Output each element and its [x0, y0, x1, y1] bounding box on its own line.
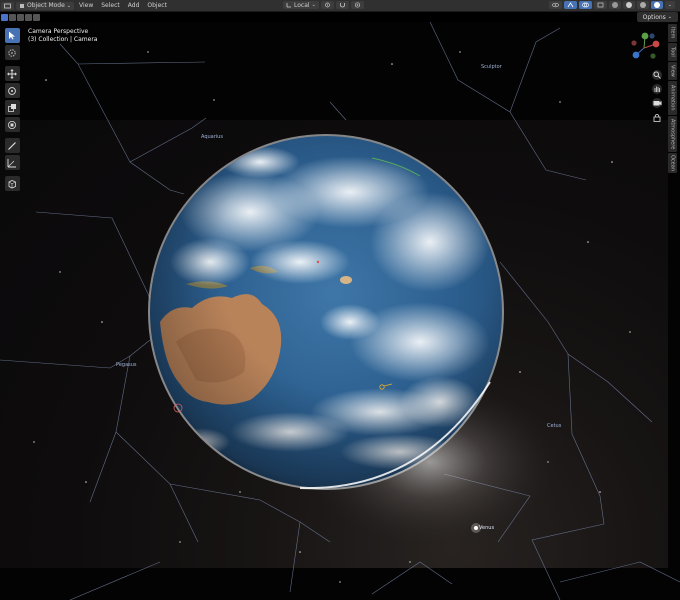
camera-icon	[653, 101, 661, 106]
planet-label-venus: Venus	[479, 525, 494, 531]
transform-orientation-dropdown[interactable]: Local ⌄	[283, 1, 319, 9]
view-name-label: Camera Perspective	[28, 28, 89, 35]
gizmo-toggle-button[interactable]	[563, 1, 577, 9]
proportional-edit-button[interactable]	[350, 1, 364, 9]
solid-sphere-icon	[625, 2, 632, 8]
move-icon	[7, 68, 17, 79]
select-intersect-button[interactable]	[33, 13, 40, 21]
selection-mode-row	[0, 12, 680, 22]
material-sphere-icon	[639, 2, 646, 8]
editor-type-button[interactable]	[1, 1, 14, 10]
cursor-tool[interactable]	[4, 45, 20, 60]
measure-icon	[7, 158, 16, 167]
measure-tool[interactable]	[4, 155, 20, 170]
chevron-down-icon: ⌄	[667, 2, 672, 8]
constellation-label-sculptor: Sculptor	[481, 64, 503, 70]
shading-options-dropdown[interactable]: ⌄	[664, 1, 675, 9]
viewport-editor-icon	[4, 3, 11, 8]
rendered-sphere-icon	[653, 2, 660, 8]
menu-select[interactable]: Select	[97, 2, 124, 9]
snap-button[interactable]	[335, 1, 349, 9]
visibility-button[interactable]	[548, 1, 562, 9]
chevron-down-icon: ⌄	[667, 14, 672, 20]
local-axis-icon	[286, 3, 291, 8]
options-dropdown[interactable]: Options ⌄	[636, 12, 678, 22]
mode-label: Object Mode	[27, 2, 65, 9]
tab-tool[interactable]: Tool	[668, 43, 677, 61]
overlays-button[interactable]	[578, 1, 592, 9]
pivot-point-button[interactable]	[320, 1, 334, 9]
camera-view-button[interactable]	[652, 98, 662, 108]
rotate-icon	[8, 86, 16, 95]
select-extend-button[interactable]	[9, 13, 16, 21]
select-new-button[interactable]	[1, 13, 8, 21]
crosshair-icon	[8, 48, 16, 57]
select-tool[interactable]	[4, 28, 20, 43]
magnet-icon	[339, 3, 345, 8]
scale-icon	[8, 103, 16, 112]
zoom-icon	[653, 71, 661, 79]
annotate-icon	[8, 141, 16, 150]
shading-rendered-button[interactable]	[650, 1, 663, 9]
lock-camera-button[interactable]	[652, 112, 662, 122]
xray-icon	[597, 2, 604, 8]
menu-add[interactable]: Add	[124, 2, 144, 9]
zoom-button[interactable]	[652, 70, 662, 80]
gizmo-icon	[567, 2, 574, 8]
wireframe-sphere-icon	[611, 2, 618, 8]
select-invert-button[interactable]	[25, 13, 32, 21]
shading-solid-button[interactable]	[622, 1, 635, 9]
constellation-label-cetus: Cetus	[547, 423, 562, 429]
shading-material-button[interactable]	[636, 1, 649, 9]
hand-icon	[654, 86, 660, 92]
scale-tool[interactable]	[4, 100, 20, 115]
options-label: Options	[642, 13, 666, 21]
shading-wireframe-button[interactable]	[608, 1, 621, 9]
sky-scene: Sculptor Aquarius Pegasus Cetus Venus	[0, 22, 680, 600]
chevron-down-icon: ⌄	[66, 2, 71, 9]
transform-tool[interactable]	[4, 117, 20, 132]
tab-atmosphere[interactable]: Atmosphere	[668, 116, 677, 152]
overlays-icon	[581, 2, 589, 8]
lock-icon	[653, 113, 661, 122]
xray-button[interactable]	[593, 1, 607, 9]
tab-animation[interactable]: Animation	[668, 81, 677, 115]
chevron-down-icon: ⌄	[311, 2, 316, 8]
3d-viewport[interactable]: Sculptor Aquarius Pegasus Cetus Venus Ca…	[0, 22, 680, 600]
viewport-header: Object Mode ⌄ View Select Add Object Loc…	[0, 0, 680, 12]
annotate-tool[interactable]	[4, 138, 20, 153]
tab-view[interactable]: View	[668, 62, 677, 80]
menu-view[interactable]: View	[75, 2, 97, 9]
select-subtract-button[interactable]	[17, 13, 24, 21]
proportional-edit-icon	[354, 2, 360, 8]
collection-label: (3) Collection | Camera	[28, 36, 98, 43]
tab-ocean[interactable]: Ocean	[668, 153, 677, 173]
sidebar-tabs: Item Tool View Animation Atmosphere Ocea…	[668, 24, 678, 174]
constellation-label-pegasus: Pegasus	[116, 362, 137, 368]
add-cube-tool[interactable]	[4, 176, 20, 191]
transform-icon	[8, 120, 16, 129]
navigation-gizmo[interactable]	[626, 30, 662, 66]
pan-button[interactable]	[652, 84, 662, 94]
pivot-icon	[324, 2, 330, 8]
tab-item[interactable]: Item	[668, 24, 677, 42]
constellation-label-aquarius: Aquarius	[201, 134, 223, 140]
move-tool[interactable]	[4, 66, 20, 81]
add-cube-icon	[8, 179, 16, 188]
earth-globe[interactable]	[148, 134, 504, 490]
rotate-tool[interactable]	[4, 83, 20, 98]
eye-icon	[551, 2, 559, 8]
tool-shelf	[4, 28, 20, 193]
orientation-label: Local	[294, 1, 310, 9]
cursor-icon	[9, 31, 15, 40]
mode-dropdown[interactable]: Object Mode ⌄	[16, 1, 74, 10]
object-mode-icon	[20, 3, 24, 8]
menu-object[interactable]: Object	[143, 2, 171, 9]
